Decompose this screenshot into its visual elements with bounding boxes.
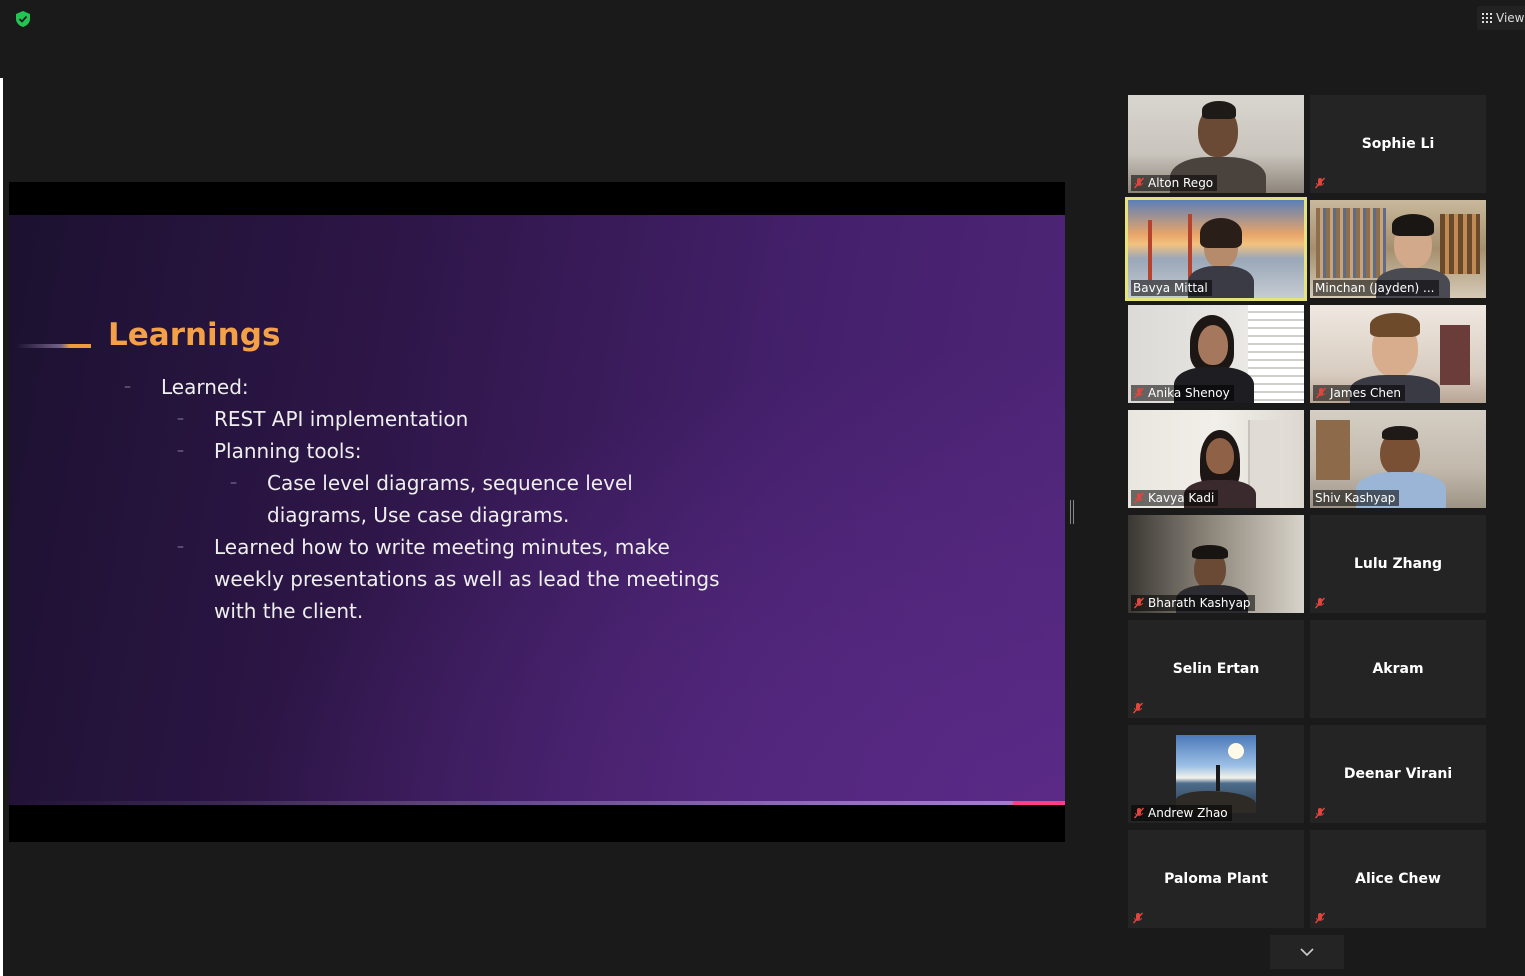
participant-name: Kavya Kadi <box>1148 491 1215 505</box>
mic-muted-icon <box>1314 912 1326 924</box>
participant-name: Alice Chew <box>1355 871 1441 887</box>
mic-muted-icon <box>1132 702 1144 714</box>
participant-tile-alton-rego[interactable]: Alton Rego <box>1128 95 1304 193</box>
bullet-dash: – <box>177 411 184 427</box>
slide-footer-bar <box>9 801 1065 805</box>
participant-tile-andrew-zhao[interactable]: Andrew Zhao <box>1128 725 1304 823</box>
participant-tile-lulu-zhang[interactable]: Lulu Zhang <box>1310 515 1486 613</box>
scroll-down-button[interactable] <box>1270 935 1344 969</box>
bullet-diagrams-line-2: diagrams, Use case diagrams. <box>267 503 570 527</box>
mic-muted-icon <box>1314 807 1326 819</box>
bullet-learned: Learned: <box>161 375 249 399</box>
bullet-minutes-line-1: Learned how to write meeting minutes, ma… <box>214 535 670 559</box>
slide-footer-accent <box>1013 801 1065 805</box>
participant-name: Alton Rego <box>1148 176 1214 190</box>
participant-tile-anika-shenoy[interactable]: Anika Shenoy <box>1128 305 1304 403</box>
participant-tile-deenar-virani[interactable]: Deenar Virani <box>1310 725 1486 823</box>
mic-muted-icon <box>1133 387 1145 399</box>
participant-name: Bavya Mittal <box>1133 281 1208 295</box>
mic-muted-icon <box>1133 177 1145 189</box>
presentation-slide: Learnings – Learned: – REST API implemen… <box>9 215 1065 805</box>
participant-label: Anika Shenoy <box>1131 385 1234 401</box>
bullet-dash: – <box>230 475 237 491</box>
participant-name: Andrew Zhao <box>1148 806 1228 820</box>
grid-view-icon <box>1482 13 1492 23</box>
participant-label: Kavya Kadi <box>1131 490 1219 506</box>
participant-tile-kavya-kadi[interactable]: Kavya Kadi <box>1128 410 1304 508</box>
participant-tile-akram[interactable]: Akram <box>1310 620 1486 718</box>
participant-label: Bavya Mittal <box>1131 280 1212 296</box>
participant-name: Lulu Zhang <box>1353 556 1443 572</box>
participant-name: Sophie Li <box>1361 136 1435 152</box>
profile-picture <box>1176 735 1256 813</box>
bullet-planning-tools: Planning tools: <box>214 439 362 463</box>
participant-label: Shiv Kashyap <box>1313 490 1400 506</box>
participant-name: Paloma Plant <box>1164 871 1268 887</box>
security-shield-icon[interactable] <box>14 10 32 28</box>
mic-muted-icon <box>1133 807 1145 819</box>
participant-name: Bharath Kashyap <box>1148 596 1251 610</box>
window-edge-top <box>0 0 3 78</box>
participant-tile-sophie-li[interactable]: Sophie Li <box>1310 95 1486 193</box>
shared-screen: Learnings – Learned: – REST API implemen… <box>9 182 1065 842</box>
participant-tile-paloma-plant[interactable]: Paloma Plant <box>1128 830 1304 928</box>
participant-label: Bharath Kashyap <box>1131 595 1255 611</box>
participant-tile-minchan-jayden[interactable]: Minchan (Jayden) ... <box>1310 200 1486 298</box>
participant-tile-bharath-kashyap[interactable]: Bharath Kashyap <box>1128 515 1304 613</box>
mic-muted-icon <box>1314 177 1326 189</box>
bullet-minutes-line-2: weekly presentations as well as lead the… <box>214 567 720 591</box>
window-edge <box>0 0 3 976</box>
participant-tile-james-chen[interactable]: James Chen <box>1310 305 1486 403</box>
participant-label: Minchan (Jayden) ... <box>1313 280 1439 296</box>
participant-tile-alice-chew[interactable]: Alice Chew <box>1310 830 1486 928</box>
bullet-rest-api: REST API implementation <box>214 407 469 431</box>
mic-muted-icon <box>1132 912 1144 924</box>
chevron-down-icon <box>1300 948 1314 957</box>
bullet-diagrams-line-1: Case level diagrams, sequence level <box>267 471 633 495</box>
participant-name: Minchan (Jayden) ... <box>1315 281 1435 295</box>
mic-muted-icon <box>1315 387 1327 399</box>
mic-muted-icon <box>1133 492 1145 504</box>
participant-label: Andrew Zhao <box>1131 805 1232 821</box>
view-button-label: View <box>1496 11 1525 25</box>
title-accent-line <box>16 344 91 348</box>
participant-label: James Chen <box>1313 385 1406 401</box>
mic-muted-icon <box>1133 597 1145 609</box>
participant-name: Deenar Virani <box>1343 766 1453 782</box>
slide-title: Learnings <box>108 317 281 353</box>
mic-muted-icon <box>1314 597 1326 609</box>
participant-name: Anika Shenoy <box>1148 386 1230 400</box>
bullet-dash: – <box>177 539 184 555</box>
participant-name: James Chen <box>1330 386 1402 400</box>
view-button[interactable]: View <box>1477 6 1525 30</box>
participant-label: Alton Rego <box>1131 175 1218 191</box>
participant-name: Shiv Kashyap <box>1315 491 1396 505</box>
participant-name: Akram <box>1372 661 1424 677</box>
participant-tile-bavya-mittal[interactable]: Bavya Mittal <box>1125 197 1307 301</box>
bullet-dash: – <box>124 379 131 395</box>
bullet-dash: – <box>177 443 184 459</box>
participant-tile-shiv-kashyap[interactable]: Shiv Kashyap <box>1310 410 1486 508</box>
bullet-minutes-line-3: with the client. <box>214 599 364 623</box>
split-resize-handle[interactable] <box>1070 500 1074 524</box>
participant-tile-selin-ertan[interactable]: Selin Ertan <box>1128 620 1304 718</box>
participant-name: Selin Ertan <box>1172 661 1260 677</box>
